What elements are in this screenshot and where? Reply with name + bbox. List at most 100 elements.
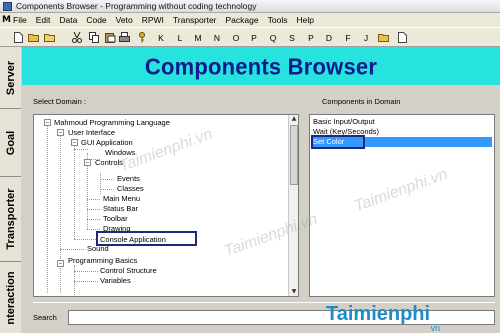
toolbar-f[interactable]: F — [343, 31, 353, 45]
tree-node-sound[interactable]: Sound — [87, 244, 109, 254]
tree-node-root[interactable]: Mahmoud Programming Language — [54, 118, 170, 128]
collapse-icon[interactable]: – — [44, 119, 51, 126]
components-label: Components in Domain — [322, 97, 401, 106]
tab-goal-label: Goal — [4, 130, 17, 155]
toolbar-q[interactable]: Q — [268, 31, 278, 45]
collapse-icon[interactable]: – — [57, 129, 64, 136]
tab-interaction[interactable]: nteraction — [0, 262, 21, 333]
toolbar-s[interactable]: S — [287, 31, 297, 45]
tree-line — [74, 265, 75, 295]
tab-interaction-label: nteraction — [4, 270, 17, 325]
tree-line — [87, 199, 100, 200]
scroll-up-icon[interactable]: ▲ — [290, 115, 298, 123]
tree-line — [74, 143, 75, 239]
menu-rpwi[interactable]: RPWI — [142, 15, 164, 25]
tree-line — [74, 281, 98, 282]
title-bar: Components Browser - Programming without… — [0, 0, 500, 13]
menu-file[interactable]: File — [13, 15, 27, 25]
toolbar-d[interactable]: D — [324, 31, 334, 45]
banner-title: Components Browser — [144, 53, 378, 80]
domain-label: Select Domain : — [33, 97, 86, 106]
tree-node-status-bar[interactable]: Status Bar — [103, 204, 138, 214]
tree-line — [74, 149, 88, 150]
toolbar-n[interactable]: N — [212, 31, 222, 45]
tree-line — [100, 179, 114, 180]
menu-tools[interactable]: Tools — [268, 15, 288, 25]
toolbar-j[interactable]: J — [361, 31, 371, 45]
tree-line — [60, 133, 61, 293]
components-list[interactable]: Basic Input/Output Wait (Key/Seconds) Se… — [309, 114, 495, 297]
tree-node-gui-application[interactable]: GUI Application — [81, 138, 133, 148]
tab-server[interactable]: Server — [0, 47, 21, 109]
tree-node-controls[interactable]: Controls — [95, 158, 123, 168]
tree-scrollbar[interactable]: ▲ ▼ — [288, 115, 298, 296]
collapse-icon[interactable]: – — [84, 159, 91, 166]
collapse-icon[interactable]: – — [57, 260, 64, 267]
tree-node-user-interface[interactable]: User Interface — [68, 128, 115, 138]
key-icon[interactable] — [137, 31, 147, 45]
app-icon — [3, 2, 12, 11]
tree-line — [74, 239, 98, 240]
scroll-down-icon[interactable]: ▼ — [290, 288, 298, 296]
tree-line — [87, 219, 100, 220]
menu-bar: M File Edit Data Code Veto RPWI Transpor… — [0, 13, 500, 27]
menu-transporter[interactable]: Transporter — [173, 15, 217, 25]
toolbar: K L M N O P Q S P D F J — [0, 27, 500, 47]
collapse-icon[interactable]: – — [71, 139, 78, 146]
toolbar-p[interactable]: P — [249, 31, 259, 45]
component-basic-io[interactable]: Basic Input/Output — [312, 117, 492, 127]
side-tab-strip: Server Goal Transporter nteraction — [0, 47, 21, 333]
menu-package[interactable]: Package — [226, 15, 259, 25]
taimienphi-logo: Taimienphi vn — [326, 303, 440, 333]
tree-line — [87, 209, 100, 210]
tree-line — [100, 189, 114, 190]
console-application-highlight — [96, 231, 197, 246]
main-panel: Components Browser Select Domain : Compo… — [22, 47, 500, 333]
tree-node-toolbar[interactable]: Toolbar — [103, 214, 128, 224]
folder-icon[interactable] — [44, 31, 56, 45]
toolbar-k[interactable]: K — [156, 31, 166, 45]
tree-node-control-structure[interactable]: Control Structure — [100, 266, 157, 276]
banner: Components Browser — [22, 47, 500, 85]
tree-line — [87, 229, 100, 230]
system-menu-icon[interactable]: M — [2, 15, 11, 25]
tree-node-events[interactable]: Events — [117, 174, 140, 184]
tab-goal[interactable]: Goal — [0, 109, 21, 177]
cut-icon[interactable] — [71, 31, 83, 45]
tab-transporter[interactable]: Transporter — [0, 177, 21, 262]
folder-open-icon[interactable] — [378, 31, 390, 45]
tree-node-main-menu[interactable]: Main Menu — [103, 194, 140, 204]
tab-transporter-label: Transporter — [4, 188, 17, 250]
tree-line — [100, 173, 101, 194]
tree-line — [74, 271, 98, 272]
toolbar-p2[interactable]: P — [306, 31, 316, 45]
tab-server-label: Server — [4, 60, 17, 95]
search-label: Search — [33, 313, 57, 322]
print-icon[interactable] — [118, 31, 130, 45]
tree-line — [47, 123, 48, 293]
toolbar-m[interactable]: M — [193, 31, 203, 45]
new-file-icon[interactable] — [12, 31, 24, 45]
scroll-thumb[interactable] — [290, 125, 298, 185]
document-icon[interactable] — [396, 31, 408, 45]
tree-node-programming-basics[interactable]: Programming Basics — [68, 256, 137, 266]
set-color-highlight — [311, 135, 365, 149]
menu-veto[interactable]: Veto — [116, 15, 133, 25]
toolbar-l[interactable]: L — [175, 31, 185, 45]
tree-node-classes[interactable]: Classes — [117, 184, 144, 194]
domain-tree[interactable]: – – – – – Mahmoud Programming Language U… — [33, 114, 299, 297]
menu-edit[interactable]: Edit — [36, 15, 51, 25]
toolbar-o[interactable]: O — [231, 31, 241, 45]
window-title: Components Browser - Programming without… — [16, 1, 257, 11]
menu-help[interactable]: Help — [296, 15, 313, 25]
tree-node-windows[interactable]: Windows — [105, 148, 135, 158]
logo-text: Taimienphi — [326, 303, 431, 325]
menu-data[interactable]: Data — [59, 15, 77, 25]
copy-icon[interactable] — [88, 31, 100, 45]
paste-icon[interactable] — [104, 31, 116, 45]
open-folder-icon[interactable] — [28, 31, 40, 45]
tree-node-variables[interactable]: Variables — [100, 276, 131, 286]
logo-suffix: vn — [430, 323, 441, 333]
menu-code[interactable]: Code — [86, 15, 106, 25]
tree-line — [60, 249, 84, 250]
